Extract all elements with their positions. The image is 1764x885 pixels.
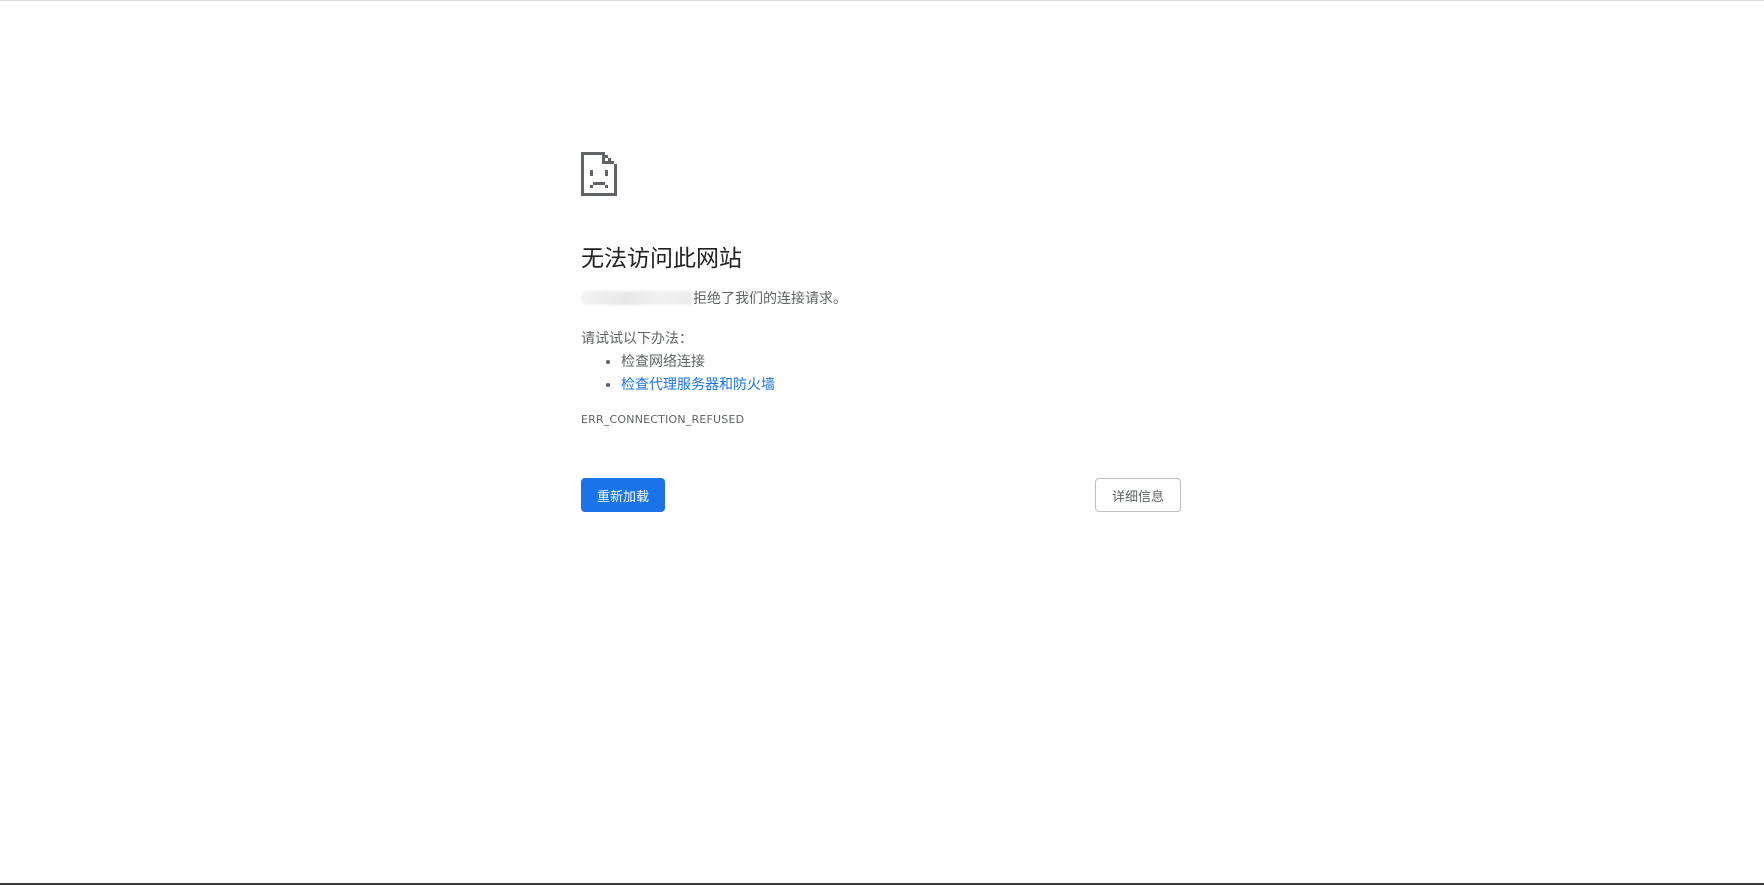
error-description: 拒绝了我们的连接请求。 [581, 289, 1181, 309]
suggestion-check-network: 检查网络连接 [621, 354, 705, 370]
suggestions-list: 检查网络连接 检查代理服务器和防火墙 [581, 351, 1181, 397]
details-button[interactable]: 详细信息 [1095, 478, 1181, 512]
suggestion-item: 检查代理服务器和防火墙 [621, 374, 1181, 397]
window-top-border [0, 0, 1764, 1]
redacted-host [581, 291, 693, 305]
page-title: 无法访问此网站 [581, 246, 742, 272]
suggestions-label: 请试试以下办法： [581, 331, 693, 347]
button-row: 重新加载 详细信息 [581, 478, 1181, 514]
suggestion-item: 检查网络连接 [621, 351, 1181, 374]
suggestion-check-proxy-firewall-link[interactable]: 检查代理服务器和防火墙 [621, 377, 775, 393]
reload-button[interactable]: 重新加载 [581, 478, 665, 512]
sad-document-icon [581, 152, 617, 196]
error-description-text: 拒绝了我们的连接请求。 [693, 291, 847, 307]
error-code: ERR_CONNECTION_REFUSED [581, 413, 745, 426]
error-page: 无法访问此网站 拒绝了我们的连接请求。 请试试以下办法： 检查网络连接 检查代理… [581, 152, 1181, 514]
